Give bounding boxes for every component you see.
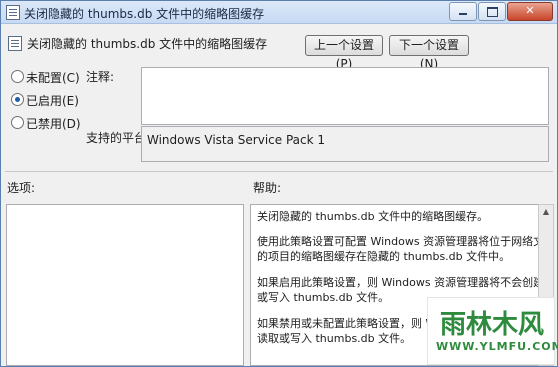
- help-paragraph-2-line-2: 的项目的缩略图缓存在隐藏的 thumbs.db 文件中。: [257, 250, 511, 263]
- help-paragraph-2-line-1: 使用此策略设置可配置 Windows 资源管理器将位于网络文件夹中: [257, 235, 538, 248]
- enabled-radio[interactable]: [11, 93, 24, 106]
- minimize-icon: [459, 13, 467, 15]
- watermark-url: WWW.YLMFU.COM: [436, 340, 558, 353]
- options-label: 选项:: [7, 181, 36, 195]
- platform-value: Windows Vista Service Pack 1: [147, 133, 325, 147]
- enabled-label[interactable]: 已启用(E): [26, 92, 79, 109]
- disabled-radio[interactable]: [11, 116, 24, 129]
- close-button[interactable]: ✕: [507, 2, 553, 21]
- watermark-name: 雨林木风: [440, 310, 545, 340]
- minimize-button[interactable]: [449, 2, 477, 21]
- window-controls: ✕: [448, 2, 553, 21]
- help-paragraph-1: 关闭隐藏的 thumbs.db 文件中的缩略图缓存。: [257, 210, 489, 223]
- comment-textarea[interactable]: [141, 67, 549, 125]
- setting-icon: [8, 36, 22, 51]
- next-setting-button[interactable]: 下一个设置(N): [389, 35, 469, 71]
- disabled-label[interactable]: 已禁用(D): [26, 115, 81, 132]
- options-panel[interactable]: [6, 204, 244, 366]
- maximize-button[interactable]: [478, 2, 506, 21]
- comment-label: 注释:: [86, 70, 115, 84]
- not-configured-radio[interactable]: [11, 70, 24, 83]
- setting-title: 关闭隐藏的 thumbs.db 文件中的缩略图缓存: [27, 37, 268, 51]
- policy-document-icon: [6, 5, 20, 20]
- previous-setting-button[interactable]: 上一个设置(P): [305, 35, 383, 71]
- title-bar[interactable]: 关闭隐藏的 thumbs.db 文件中的缩略图缓存 ✕: [1, 1, 557, 24]
- watermark-logo: 雨林木风 WWW.YLMFU.COM: [427, 297, 558, 365]
- platform-field: Windows Vista Service Pack 1: [141, 126, 549, 162]
- close-icon: ✕: [525, 4, 535, 17]
- help-label: 帮助:: [253, 181, 282, 195]
- maximize-icon: [487, 7, 498, 17]
- window-title: 关闭隐藏的 thumbs.db 文件中的缩略图缓存: [24, 7, 265, 21]
- scroll-up-icon[interactable]: ▲: [539, 205, 553, 219]
- not-configured-label[interactable]: 未配置(C): [26, 69, 80, 86]
- help-paragraph-3-line-1: 如果启用此策略设置，则 Windows 资源管理器将不会创建、读取: [257, 276, 538, 289]
- divider: [5, 171, 553, 172]
- policy-setting-window: 关闭隐藏的 thumbs.db 文件中的缩略图缓存 ✕ 关闭隐藏的 thumbs…: [0, 0, 558, 367]
